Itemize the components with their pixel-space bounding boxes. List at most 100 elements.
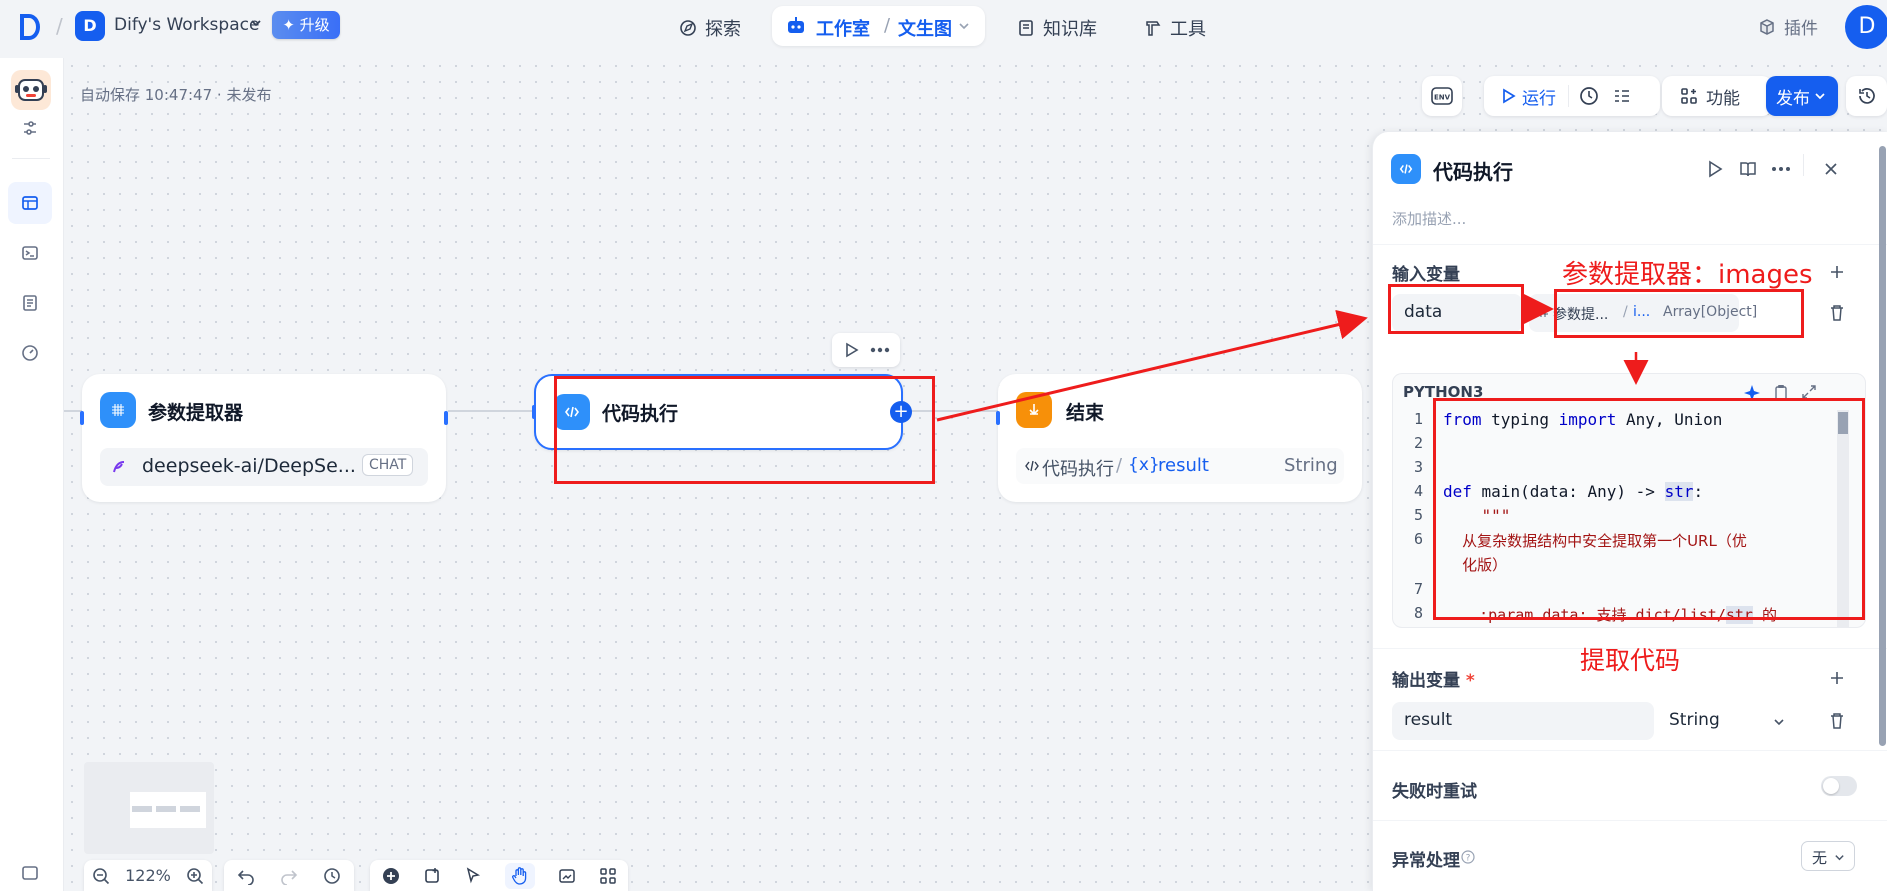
- history-controls: [224, 860, 354, 891]
- hand-tool-button[interactable]: [504, 862, 535, 889]
- run-node-icon[interactable]: [1707, 160, 1723, 178]
- nav-explore[interactable]: 探索: [679, 12, 741, 44]
- dify-logo-icon[interactable]: [18, 12, 44, 42]
- zoom-out-icon[interactable]: [92, 867, 110, 885]
- minimap[interactable]: [84, 762, 214, 854]
- top-bar: / D Dify's Workspace ✦ 升级 探索 工作室 / 文生图 知…: [0, 0, 1887, 58]
- chevron-down-icon[interactable]: [958, 20, 970, 32]
- env-button[interactable]: ENV: [1422, 76, 1462, 116]
- export-image-icon[interactable]: [558, 867, 576, 885]
- var-name: result: [1158, 455, 1209, 476]
- output-var-name-field[interactable]: result: [1392, 702, 1654, 740]
- play-icon: [1503, 88, 1516, 104]
- undo-icon[interactable]: [237, 867, 255, 885]
- app-icon[interactable]: [11, 70, 51, 110]
- nav-tools[interactable]: 工具: [1144, 12, 1206, 44]
- node-input-port[interactable]: [532, 405, 536, 419]
- toolbar-divider: [1568, 85, 1569, 107]
- play-icon[interactable]: [845, 342, 859, 358]
- sidebar-item-orchestrate[interactable]: [8, 182, 52, 224]
- history-clock-icon[interactable]: [1579, 86, 1599, 106]
- pointer-icon[interactable]: [464, 866, 482, 885]
- help-book-icon[interactable]: [1739, 160, 1757, 178]
- run-label: 运行: [1522, 88, 1556, 109]
- panel-title[interactable]: 代码执行: [1433, 156, 1513, 185]
- layout-icon: [22, 196, 38, 210]
- output-vars-label: 输出变量 *: [1392, 671, 1475, 691]
- add-note-icon[interactable]: [423, 867, 441, 885]
- upgrade-button[interactable]: ✦ 升级: [272, 11, 340, 39]
- more-icon[interactable]: [1771, 166, 1791, 172]
- workspace-avatar[interactable]: D: [75, 11, 105, 41]
- node-title: 结束: [1066, 402, 1105, 424]
- more-icon[interactable]: [870, 347, 890, 353]
- user-avatar[interactable]: D: [1845, 5, 1887, 49]
- nav-studio-label: 工作室: [816, 19, 870, 40]
- annotation-box-code: [1433, 398, 1865, 620]
- retry-toggle[interactable]: [1821, 776, 1857, 796]
- annotation-box-code-node: [554, 376, 935, 484]
- minimap-node: [180, 806, 200, 812]
- node-param-extractor[interactable]: 参数提取器 deepseek-ai/DeepSe... CHAT: [80, 374, 448, 502]
- flag-icon: [1029, 404, 1039, 416]
- error-handling-value: 无: [1812, 849, 1828, 867]
- extractor-icon: [100, 392, 136, 428]
- features-button[interactable]: 功能: [1662, 76, 1772, 116]
- chevron-down-icon: [1774, 719, 1784, 726]
- chevron-down-icon: [1815, 93, 1825, 100]
- checklist-icon[interactable]: [1613, 87, 1631, 105]
- node-input-port[interactable]: [80, 411, 84, 425]
- publish-button[interactable]: 发布: [1766, 76, 1838, 116]
- terminal-icon: [22, 246, 38, 260]
- svg-text:ENV: ENV: [1434, 94, 1451, 102]
- close-icon[interactable]: [1823, 161, 1839, 177]
- node-input-port[interactable]: [996, 411, 1000, 425]
- redo-icon[interactable]: [280, 867, 298, 885]
- sidebar-item-monitor[interactable]: [8, 332, 52, 374]
- var-source: 代码执行: [1042, 459, 1114, 480]
- robot-face-icon: [15, 79, 47, 101]
- node-output-port[interactable]: [444, 411, 448, 425]
- add-output-var-icon[interactable]: [1829, 670, 1845, 686]
- node-end[interactable]: 结束 代码执行 / {x} result String: [996, 374, 1362, 502]
- cube-icon: [1760, 18, 1774, 35]
- var-type: String: [1284, 455, 1338, 476]
- add-input-var-icon[interactable]: [1829, 264, 1845, 280]
- add-node-icon[interactable]: [382, 867, 400, 885]
- plugins-label: 插件: [1784, 19, 1818, 39]
- canvas-tools: [370, 860, 628, 891]
- error-handling-select[interactable]: 无: [1801, 841, 1855, 871]
- workspace-name[interactable]: Dify's Workspace: [114, 15, 259, 35]
- var-sep: /: [1116, 455, 1123, 476]
- model-mode-badge: CHAT: [362, 454, 414, 476]
- output-var-name: result: [1404, 710, 1453, 730]
- organize-icon[interactable]: [599, 867, 617, 885]
- annotation-extractor-label: 参数提取器：images: [1562, 260, 1813, 290]
- version-history-button[interactable]: [1846, 76, 1887, 116]
- zoom-level[interactable]: 122%: [125, 866, 171, 885]
- sidebar-collapse-button[interactable]: [8, 858, 52, 888]
- chevron-down-icon[interactable]: [249, 16, 263, 30]
- current-app-name[interactable]: 文生图: [898, 15, 952, 41]
- description-input[interactable]: 添加描述...: [1392, 208, 1466, 229]
- history-icon[interactable]: [323, 867, 341, 885]
- output-var-type-select[interactable]: String: [1661, 702, 1791, 740]
- nav-tools-label: 工具: [1170, 19, 1206, 40]
- hammer-icon: [1146, 21, 1161, 36]
- run-button[interactable]: 运行: [1502, 84, 1556, 109]
- nav-knowledge[interactable]: 知识库: [1017, 12, 1097, 44]
- nav-studio[interactable]: 工作室 / 文生图: [772, 6, 985, 46]
- plugins-button[interactable]: 插件: [1758, 14, 1818, 39]
- trash-icon[interactable]: [1829, 712, 1845, 730]
- run-toolbar: 运行: [1484, 76, 1660, 116]
- settings-sliders-button[interactable]: [8, 112, 52, 144]
- zoom-in-icon[interactable]: [186, 867, 204, 885]
- trash-icon[interactable]: [1829, 304, 1845, 322]
- deepseek-icon: [113, 461, 125, 473]
- section-divider: [1373, 750, 1887, 751]
- nav-knowledge-label: 知识库: [1043, 19, 1097, 40]
- sidebar-item-api[interactable]: [8, 232, 52, 274]
- help-circle-icon[interactable]: ?: [1461, 850, 1475, 864]
- sidebar-item-logs[interactable]: [8, 282, 52, 324]
- panel-scrollbar[interactable]: [1879, 146, 1886, 746]
